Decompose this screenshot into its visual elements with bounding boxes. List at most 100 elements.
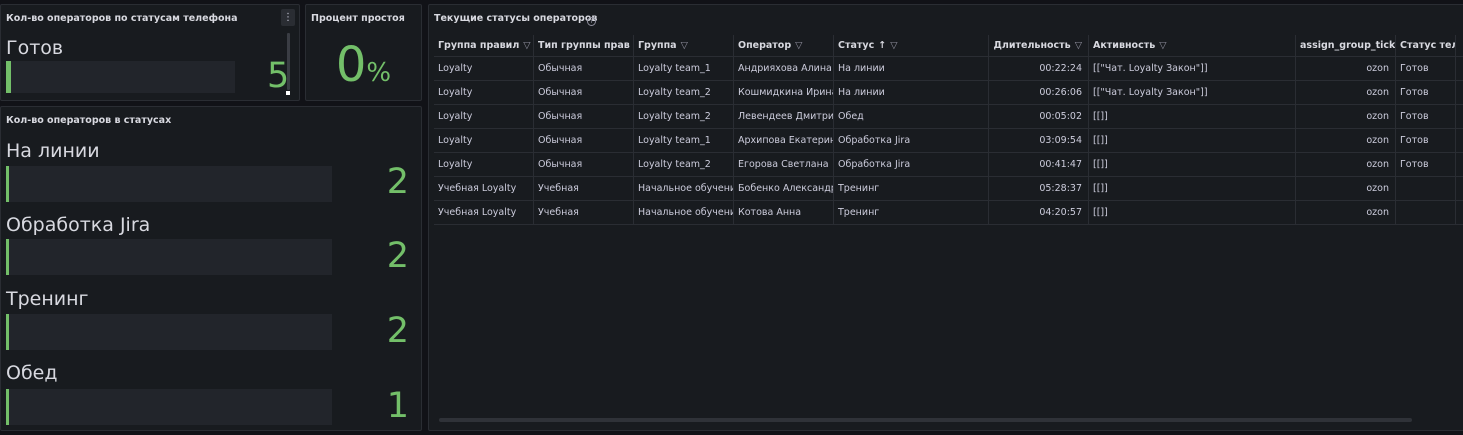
table-cell: Начальное обучение bbox=[634, 177, 734, 200]
gauge-label: Готов bbox=[6, 37, 64, 59]
table-body: Loyalty Обычная Loyalty team_1 Андрияхова А… bbox=[434, 57, 1463, 225]
column-header[interactable]: Тип группы прав▽ bbox=[534, 35, 634, 56]
table-cell: Андрияхова Алина bbox=[734, 57, 834, 80]
column-header[interactable]: Активность ▽ bbox=[1089, 35, 1296, 56]
horizontal-scrollbar[interactable] bbox=[439, 418, 1412, 422]
table-cell: Loyalty bbox=[434, 57, 534, 80]
table-cell: [["Чат. Loyalty Закон"]] bbox=[1089, 57, 1296, 80]
table-cell: ozon bbox=[1296, 129, 1396, 152]
panel-title: Кол-во операторов в статусах bbox=[6, 115, 172, 126]
panel-title: Процент простоя bbox=[311, 13, 405, 24]
column-header[interactable]: assign_group_tick▽ bbox=[1296, 35, 1396, 56]
table-cell: [["Чат. Loyalty Закон"]] bbox=[1089, 81, 1296, 104]
table-cell: [[]] bbox=[1089, 129, 1296, 152]
table-cell: Учебная Loyalty bbox=[434, 177, 534, 200]
table-cell: [[]] bbox=[1089, 153, 1296, 176]
gauge-fill bbox=[6, 389, 9, 425]
table-cell: Готов bbox=[1396, 105, 1456, 128]
table-cell: [[]] bbox=[1089, 201, 1296, 224]
idle-value-number: 0 bbox=[335, 37, 367, 93]
table-cell: Loyalty bbox=[434, 153, 534, 176]
gauge-label: Обработка Jira bbox=[6, 214, 151, 236]
filter-icon[interactable]: ▽ bbox=[523, 35, 530, 56]
table-cell: Готов bbox=[1396, 153, 1456, 176]
table-row[interactable]: Loyalty Обычная Loyalty team_1 Андрияхова А… bbox=[434, 57, 1463, 81]
table-cell: 04:20:57 bbox=[989, 201, 1089, 224]
status-count-panel: Кол-во операторов в статусах На линии 2 … bbox=[0, 106, 422, 431]
column-header-label: Статус bbox=[838, 40, 875, 51]
gauge-value: 2 bbox=[386, 311, 409, 351]
gauge-bar bbox=[6, 61, 235, 93]
table-row[interactable]: Loyalty Обычная Loyalty team_1 Архипова Ека… bbox=[434, 129, 1463, 153]
table-cell: Обычная bbox=[534, 105, 634, 128]
table-cell: 00:41:47 bbox=[989, 153, 1089, 176]
table-cell: Loyalty team_2 bbox=[634, 105, 734, 128]
table-cell: ozon bbox=[1296, 57, 1396, 80]
column-header[interactable]: Группа ▽ bbox=[634, 35, 734, 56]
table-cell: 03:09:54 bbox=[989, 129, 1089, 152]
table-cell bbox=[1396, 201, 1456, 224]
table-cell: Loyalty team_1 bbox=[634, 129, 734, 152]
info-circle-icon[interactable]: i bbox=[587, 17, 596, 26]
scroll-corner bbox=[286, 91, 290, 95]
gauge-bar bbox=[6, 389, 332, 425]
more-vertical-icon[interactable]: ⋮ bbox=[281, 9, 295, 26]
filter-icon[interactable]: ▽ bbox=[1159, 35, 1166, 56]
filter-icon[interactable]: ▽ bbox=[1075, 35, 1082, 56]
column-header-label: Группа bbox=[638, 40, 677, 51]
scrollbar[interactable] bbox=[287, 33, 290, 90]
table-row[interactable]: Учебная Loyalty Учебная Начальное обучение… bbox=[434, 201, 1463, 225]
panel-title: Текущие статусы операторов bbox=[434, 13, 598, 24]
column-header-label: Тип группы прав bbox=[538, 40, 630, 51]
phone-status-panel: Кол-во операторов по статусам телефона ⋮… bbox=[0, 4, 300, 101]
sort-asc-icon[interactable]: ↑ bbox=[878, 35, 886, 56]
operators-table: Группа правил▽Тип группы прав▽Группа▽Опе… bbox=[434, 35, 1463, 225]
gauge-label: На линии bbox=[6, 140, 100, 162]
column-header-label: assign_group_tick bbox=[1300, 40, 1396, 51]
filter-icon[interactable]: ▽ bbox=[795, 35, 802, 56]
gauge-fill bbox=[6, 314, 10, 350]
table-row[interactable]: Loyalty Обычная Loyalty team_2 Кошмидкина И… bbox=[434, 81, 1463, 105]
table-cell: Левендеев Дмитрий bbox=[734, 105, 834, 128]
column-header[interactable]: Длительность ▽ bbox=[989, 35, 1089, 56]
gauge-label: Обед bbox=[6, 362, 58, 384]
gauge-fill bbox=[6, 166, 10, 202]
table-cell: Учебная bbox=[534, 201, 634, 224]
gauge-value: 2 bbox=[386, 236, 409, 276]
idle-percent-panel: Процент простоя 0% bbox=[305, 4, 422, 101]
table-cell: Тренинг bbox=[834, 177, 989, 200]
filter-icon[interactable]: ▽ bbox=[681, 35, 688, 56]
table-cell: Архипова Екатерина bbox=[734, 129, 834, 152]
table-cell: Готов bbox=[1396, 129, 1456, 152]
column-header[interactable]: Статус ↑ ▽ bbox=[834, 35, 989, 56]
table-cell: Loyalty bbox=[434, 81, 534, 104]
table-cell: 00:05:02 bbox=[989, 105, 1089, 128]
column-header[interactable]: Статус теле bbox=[1396, 35, 1456, 56]
table-cell: Обработка Jira bbox=[834, 129, 989, 152]
idle-value-unit: % bbox=[366, 58, 392, 88]
table-cell: Обычная bbox=[534, 81, 634, 104]
table-cell: Котова Анна bbox=[734, 201, 834, 224]
column-header-label: Статус теле bbox=[1400, 40, 1455, 51]
gauge-fill bbox=[6, 239, 10, 275]
column-header-label: Активность bbox=[1093, 40, 1156, 51]
table-cell: Обед bbox=[834, 105, 989, 128]
table-cell: [[]] bbox=[1089, 105, 1296, 128]
table-cell: Егорова Светлана bbox=[734, 153, 834, 176]
table-cell: Loyalty bbox=[434, 105, 534, 128]
table-cell: Готов bbox=[1396, 57, 1456, 80]
table-row[interactable]: Учебная Loyalty Учебная Начальное обучение… bbox=[434, 177, 1463, 201]
table-row[interactable]: Loyalty Обычная Loyalty team_2 Егорова Свет… bbox=[434, 153, 1463, 177]
table-cell: ozon bbox=[1296, 105, 1396, 128]
table-cell: Обработка Jira bbox=[834, 153, 989, 176]
table-cell: Бобенко Александр bbox=[734, 177, 834, 200]
current-statuses-panel: Текущие статусы операторов i Группа прав… bbox=[428, 4, 1463, 431]
table-cell: Loyalty team_2 bbox=[634, 153, 734, 176]
table-cell: На линии bbox=[834, 81, 989, 104]
column-header[interactable]: Группа правил ▽ bbox=[434, 35, 534, 56]
table-cell: Loyalty team_1 bbox=[634, 57, 734, 80]
filter-icon[interactable]: ▽ bbox=[890, 35, 897, 56]
column-header[interactable]: Оператор ▽ bbox=[734, 35, 834, 56]
table-cell: Тренинг bbox=[834, 201, 989, 224]
table-row[interactable]: Loyalty Обычная Loyalty team_2 Левендеев Дм… bbox=[434, 105, 1463, 129]
